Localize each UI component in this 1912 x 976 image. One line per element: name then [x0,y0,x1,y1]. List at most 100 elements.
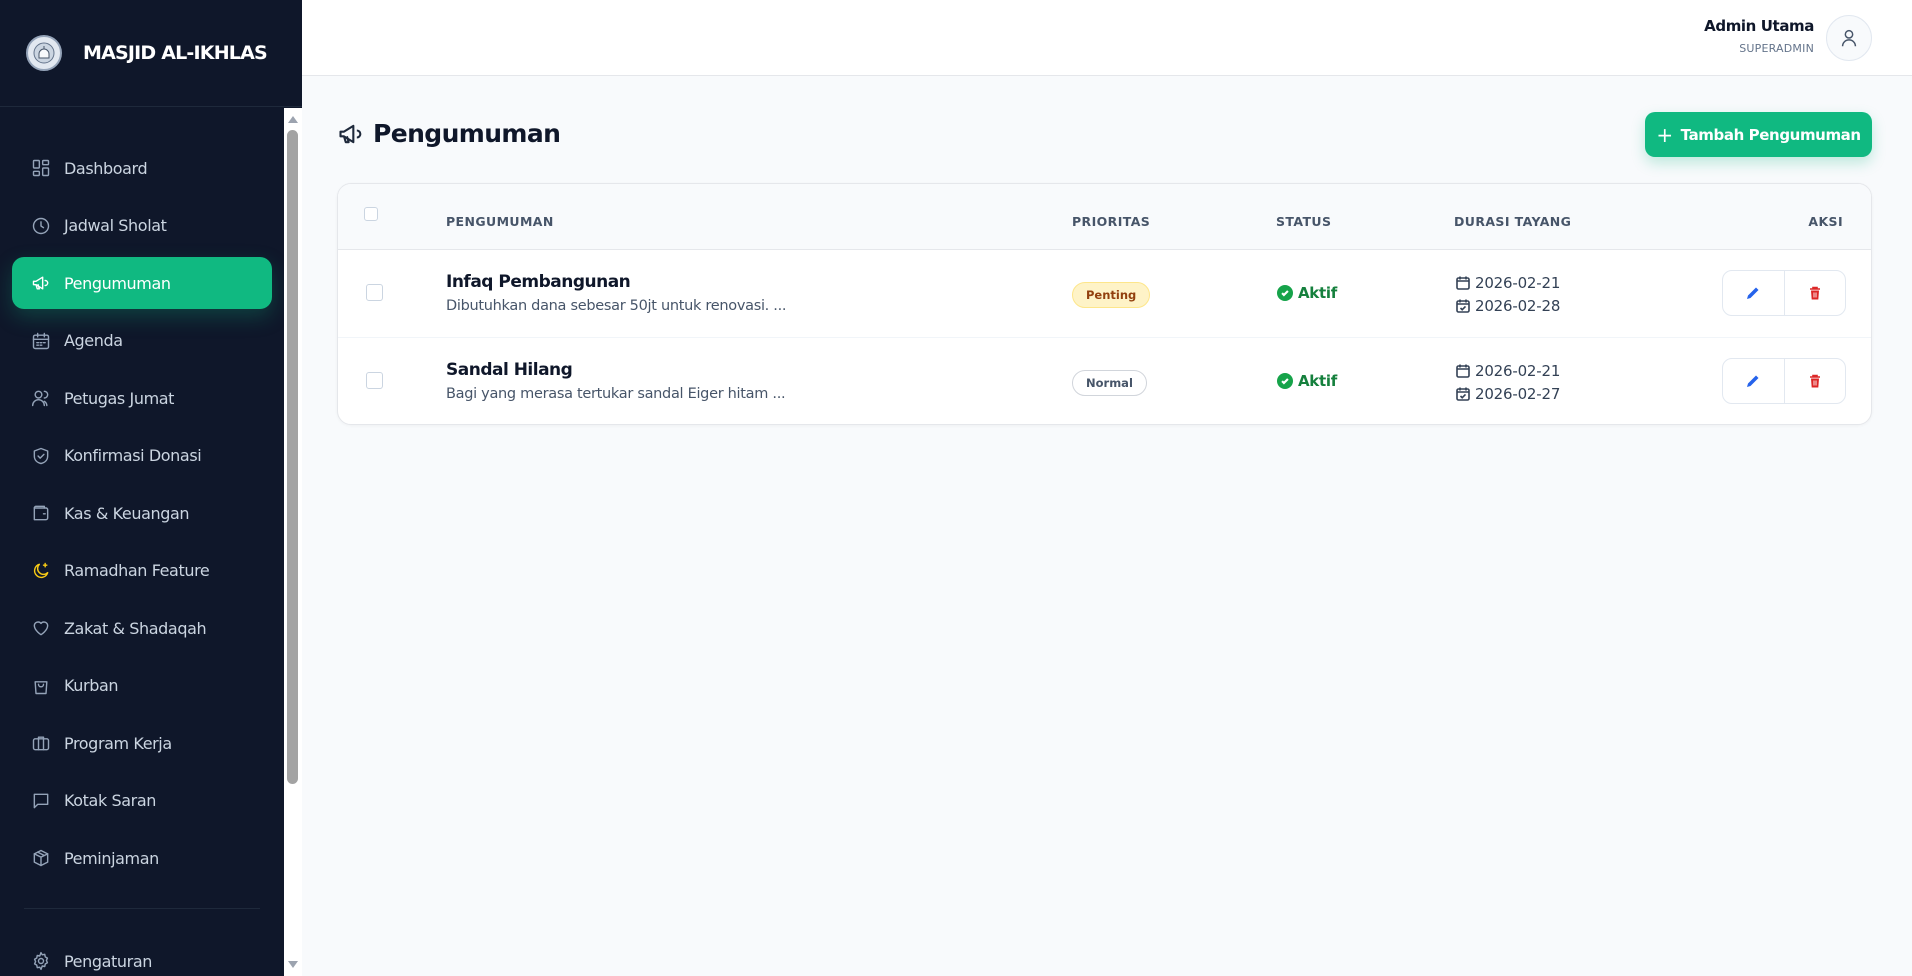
pencil-icon [1747,287,1759,299]
table-row: Infaq Pembangunan Dibutuhkan dana sebesa… [338,250,1871,338]
trash-icon [1809,374,1820,388]
scroll-down-arrow-icon[interactable] [288,961,298,968]
dashboard-icon [30,157,52,179]
sidebar-item-label: Konfirmasi Donasi [64,446,202,465]
sidebar: MASJID AL-IKHLAS Dashboard Jadwal Sholat… [0,0,302,976]
brand[interactable]: MASJID AL-IKHLAS [0,0,302,107]
sidebar-scrollbar[interactable] [284,108,302,976]
end-date: 2026-02-27 [1455,382,1560,405]
row-actions [1722,358,1846,404]
scrollbar-thumb[interactable] [287,130,298,784]
end-date-text: 2026-02-27 [1475,384,1561,403]
table-header: PENGUMUMAN PRIORITAS STATUS DURASI TAYAN… [338,184,1871,250]
sidebar-item-zakat-shadaqah[interactable]: Zakat & Shadaqah [12,602,272,654]
start-date: 2026-02-21 [1455,271,1560,294]
sidebar-item-label: Ramadhan Feature [64,561,210,580]
avatar[interactable] [1826,15,1872,61]
sidebar-item-program-kerja[interactable]: Program Kerja [12,717,272,769]
status-text: Aktif [1298,372,1337,390]
row-checkbox[interactable] [366,284,383,301]
sidebar-item-konfirmasi-donasi[interactable]: Konfirmasi Donasi [12,430,272,482]
gear-icon [30,950,52,972]
column-header-status: STATUS [1276,214,1332,229]
check-circle-icon [1277,285,1293,301]
sidebar-item-label: Peminjaman [64,848,159,868]
shopping-bag-icon [30,675,52,697]
column-header-pengumuman: PENGUMUMAN [446,214,554,229]
sidebar-item-label: Pengumuman [64,273,171,293]
calendar-check-icon [1456,299,1470,313]
page-title: Pengumuman [373,119,561,148]
mosque-logo-icon [26,35,62,71]
user-role: SUPERADMIN [1739,42,1814,55]
sidebar-item-agenda[interactable]: Agenda [12,315,272,367]
sidebar-item-kotak-saran[interactable]: Kotak Saran [12,775,272,827]
calendar-icon [1456,364,1470,378]
sidebar-item-label: Kotak Saran [64,791,156,810]
sidebar-item-peminjaman[interactable]: Peminjaman [12,832,272,884]
end-date-text: 2026-02-28 [1475,296,1561,315]
top-header: Admin Utama SUPERADMIN [302,0,1912,76]
sidebar-item-pengumuman[interactable]: Pengumuman [12,257,272,309]
clock-icon [30,215,52,237]
sidebar-nav: Dashboard Jadwal Sholat Pengumuman Agend… [0,108,284,976]
briefcase-icon [30,732,52,754]
status-badge: Aktif [1277,284,1337,302]
display-duration: 2026-02-21 2026-02-28 [1455,271,1560,317]
delete-button[interactable] [1783,359,1846,403]
start-date-text: 2026-02-21 [1475,361,1561,380]
heart-icon [30,617,52,639]
shield-check-icon [30,445,52,467]
brand-name: MASJID AL-IKHLAS [83,42,268,64]
sidebar-item-label: Agenda [64,331,123,350]
edit-button[interactable] [1723,271,1784,315]
sidebar-item-ramadhan-feature[interactable]: Ramadhan Feature [12,545,272,597]
message-square-icon [30,790,52,812]
announcement-title: Sandal Hilang [446,360,573,380]
priority-badge: Normal [1072,370,1147,396]
sidebar-item-label: Zakat & Shadaqah [64,618,207,638]
sidebar-item-kas-keuangan[interactable]: Kas & Keuangan [12,487,272,539]
status-badge: Aktif [1277,372,1337,390]
page-heading: Pengumuman [337,119,561,148]
start-date: 2026-02-21 [1455,359,1560,382]
sidebar-item-label: Kurban [64,676,119,695]
row-actions [1722,270,1846,316]
moon-star-icon [30,560,52,582]
delete-button[interactable] [1783,271,1846,315]
megaphone-icon [30,272,52,294]
megaphone-icon [339,124,362,143]
sidebar-item-label: Jadwal Sholat [64,216,167,235]
edit-button[interactable] [1723,359,1784,403]
sidebar-item-pengaturan[interactable]: Pengaturan [12,935,272,976]
sidebar-item-label: Dashboard [64,158,148,178]
sidebar-item-petugas-jumat[interactable]: Petugas Jumat [12,372,272,424]
sidebar-item-label: Kas & Keuangan [64,503,190,523]
scroll-up-arrow-icon[interactable] [288,116,298,123]
announcement-description: Bagi yang merasa tertukar sandal Eiger h… [446,386,786,402]
wallet-icon [30,502,52,524]
announcement-title: Infaq Pembangunan [446,272,631,292]
select-all-checkbox[interactable] [364,207,378,221]
announcements-table: PENGUMUMAN PRIORITAS STATUS DURASI TAYAN… [337,183,1872,425]
user-icon [1841,29,1857,47]
check-circle-icon [1277,373,1293,389]
add-announcement-button[interactable]: + Tambah Pengumuman [1645,112,1872,157]
package-icon [30,847,52,869]
sidebar-item-label: Petugas Jumat [64,388,175,408]
row-checkbox[interactable] [366,372,383,389]
sidebar-item-dashboard[interactable]: Dashboard [12,142,272,194]
sidebar-item-jadwal-sholat[interactable]: Jadwal Sholat [12,200,272,252]
end-date: 2026-02-28 [1455,294,1560,317]
status-text: Aktif [1298,284,1337,302]
sidebar-item-kurban[interactable]: Kurban [12,660,272,712]
start-date-text: 2026-02-21 [1475,273,1561,292]
plus-icon: + [1656,122,1673,147]
user-name: Admin Utama [1704,17,1814,35]
display-duration: 2026-02-21 2026-02-27 [1455,359,1560,405]
priority-badge: Penting [1072,282,1151,308]
calendar-icon [30,330,52,352]
column-header-prioritas: PRIORITAS [1072,214,1151,229]
sidebar-nav-scroll: Dashboard Jadwal Sholat Pengumuman Agend… [0,108,284,976]
sidebar-item-label: Pengaturan [64,951,152,971]
